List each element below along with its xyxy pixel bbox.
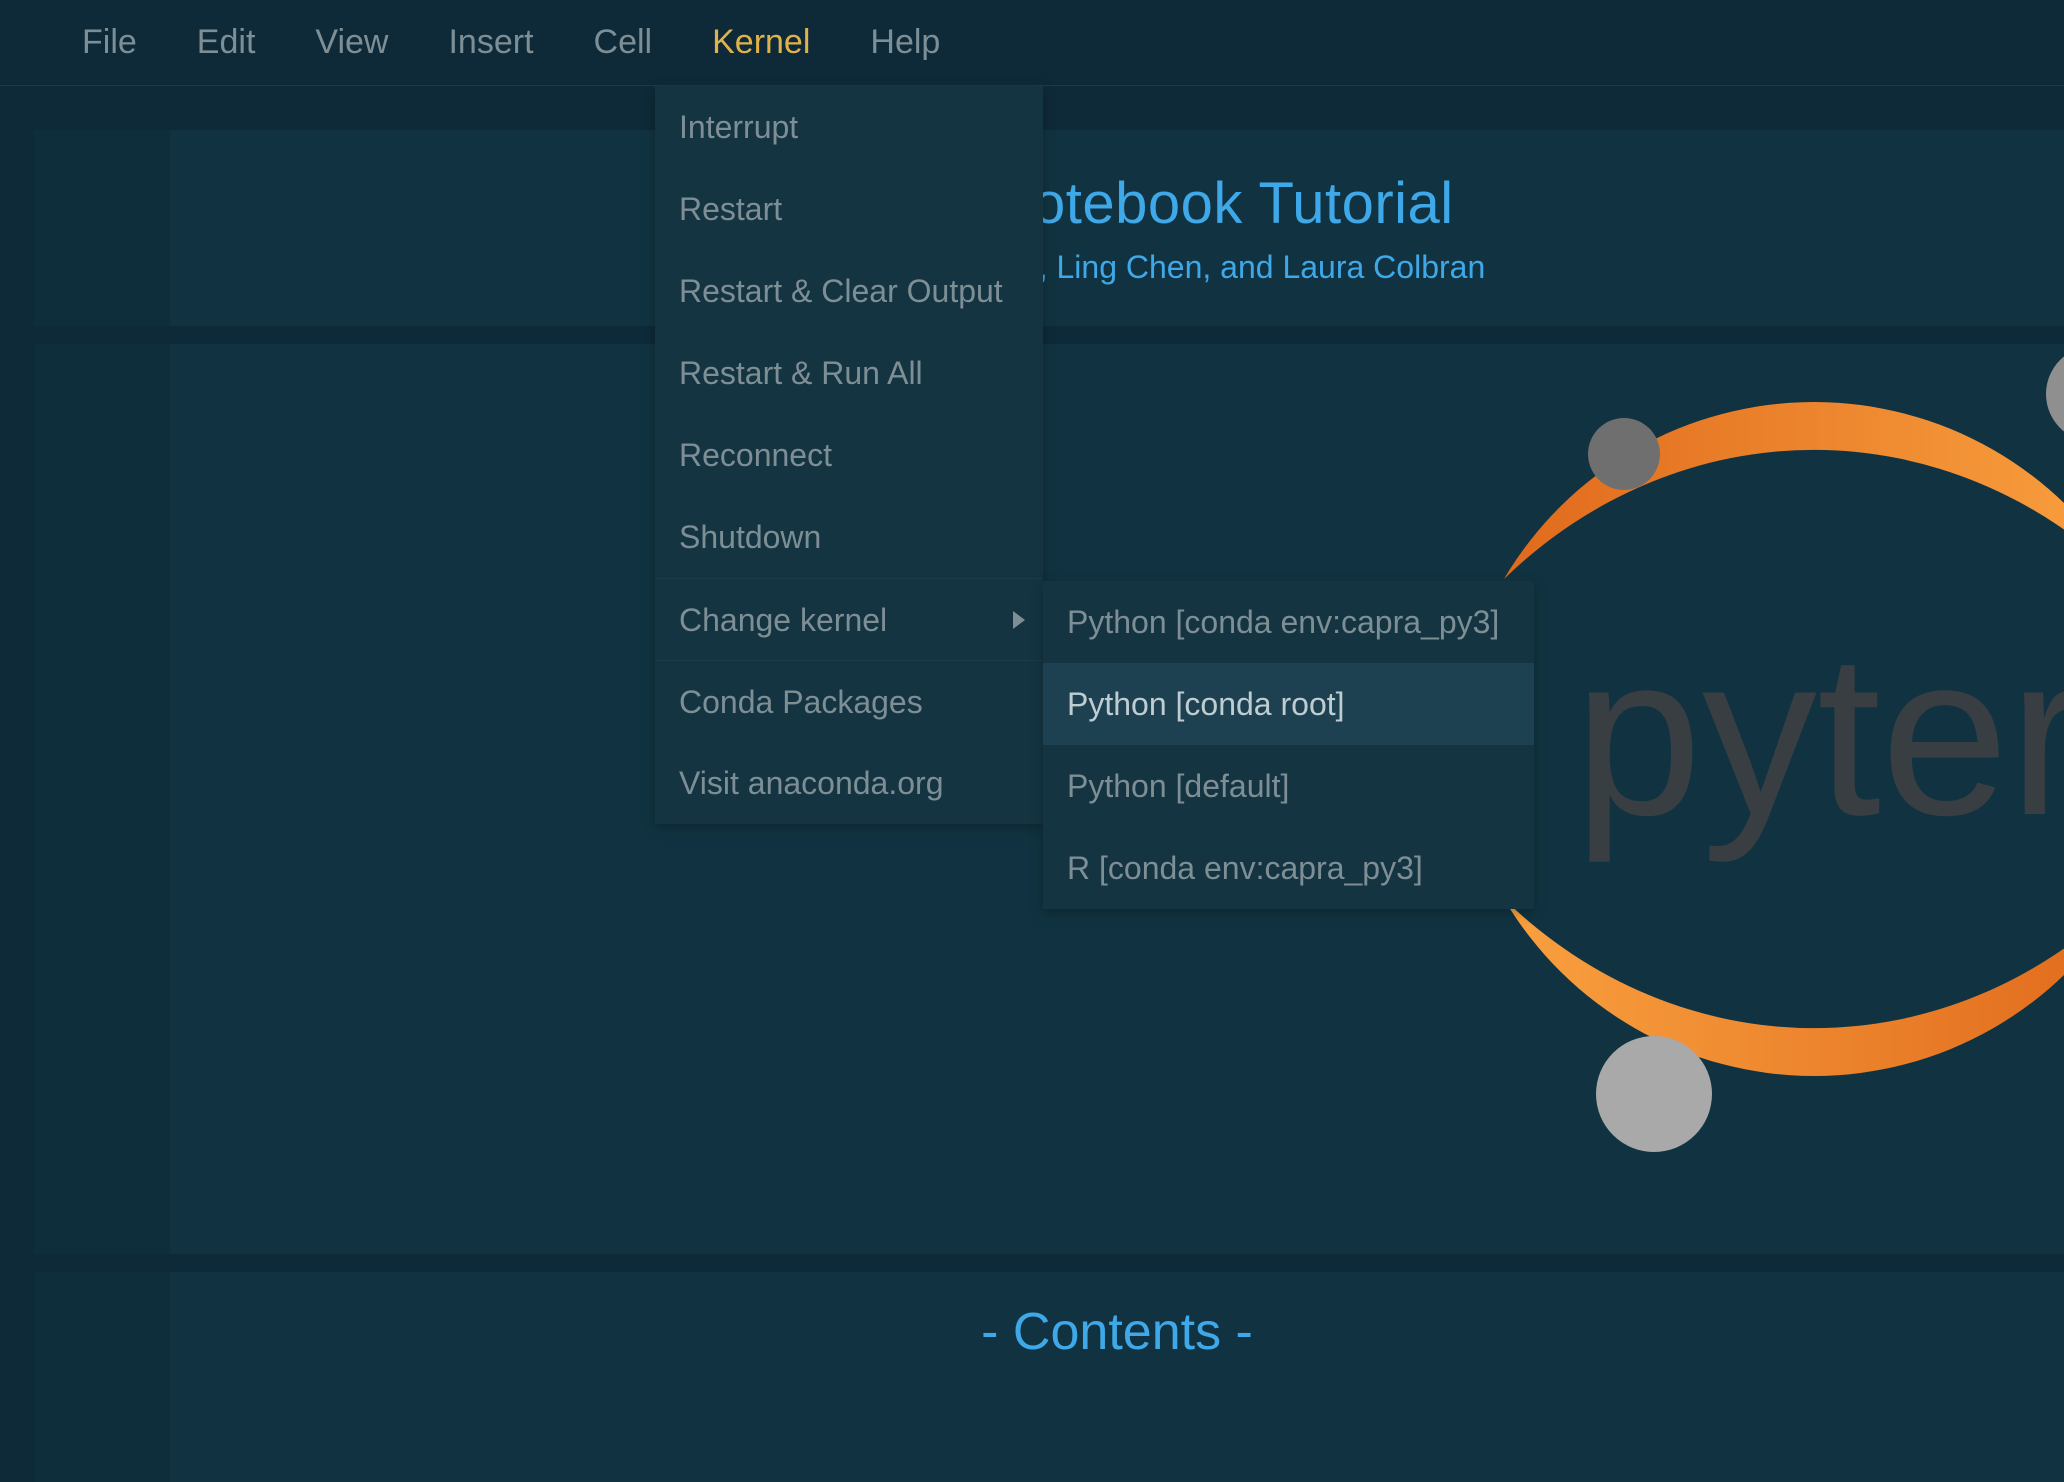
menu-insert[interactable]: Insert bbox=[418, 23, 563, 62]
menu-cell[interactable]: Cell bbox=[564, 23, 683, 62]
change-kernel-submenu: Python [conda env:capra_py3] Python [con… bbox=[1043, 581, 1534, 909]
notebook-authors: Mary Lauren Benton, Ling Chen, and Laura… bbox=[230, 249, 2004, 286]
kernel-menu-visit-anaconda[interactable]: Visit anaconda.org bbox=[655, 742, 1043, 824]
logo-wordmark: pyter bbox=[1574, 606, 2064, 863]
kernel-menu-restart-clear-output[interactable]: Restart & Clear Output bbox=[655, 250, 1043, 332]
menu-file[interactable]: File bbox=[52, 23, 167, 62]
logo-arc-top-icon bbox=[1504, 402, 2064, 579]
cell-body[interactable]: Jupyter Notebook Tutorial Mary Lauren Be… bbox=[170, 130, 2064, 326]
logo-arc-bottom-icon bbox=[1504, 899, 2064, 1076]
logo-dot-icon bbox=[1596, 1036, 1712, 1152]
cell-title: Jupyter Notebook Tutorial Mary Lauren Be… bbox=[34, 130, 2064, 326]
menu-help[interactable]: Help bbox=[840, 23, 970, 62]
kernel-menu-reconnect[interactable]: Reconnect bbox=[655, 414, 1043, 496]
kernel-menu-restart-run-all[interactable]: Restart & Run All bbox=[655, 332, 1043, 414]
logo-dot-icon bbox=[1588, 418, 1660, 490]
kernel-menu-shutdown[interactable]: Shutdown bbox=[655, 496, 1043, 578]
kernel-option-capra-py3[interactable]: Python [conda env:capra_py3] bbox=[1043, 581, 1534, 663]
kernel-menu-interrupt[interactable]: Interrupt bbox=[655, 86, 1043, 168]
kernel-menu-conda-packages[interactable]: Conda Packages bbox=[655, 660, 1043, 742]
kernel-menu-change-kernel[interactable]: Change kernel bbox=[655, 578, 1043, 660]
contents-heading: - Contents - bbox=[170, 1302, 2064, 1362]
kernel-menu-restart[interactable]: Restart bbox=[655, 168, 1043, 250]
cell-prompt bbox=[34, 130, 170, 326]
kernel-option-default[interactable]: Python [default] bbox=[1043, 745, 1534, 827]
cell-contents: - Contents - bbox=[34, 1272, 2064, 1482]
cell-body[interactable]: - Contents - bbox=[170, 1272, 2064, 1482]
menubar: File Edit View Insert Cell Kernel Help bbox=[0, 0, 2064, 86]
notebook-title: Jupyter Notebook Tutorial bbox=[230, 170, 2004, 237]
cell-prompt bbox=[34, 344, 170, 1254]
kernel-option-conda-root[interactable]: Python [conda root] bbox=[1043, 663, 1534, 745]
logo-dot-icon bbox=[2046, 346, 2064, 442]
kernel-dropdown: Interrupt Restart Restart & Clear Output… bbox=[655, 86, 1043, 824]
kernel-option-r-capra[interactable]: R [conda env:capra_py3] bbox=[1043, 827, 1534, 909]
menu-edit[interactable]: Edit bbox=[167, 23, 286, 62]
menu-view[interactable]: View bbox=[285, 23, 418, 62]
menu-kernel[interactable]: Kernel bbox=[682, 23, 840, 62]
cell-prompt bbox=[34, 1272, 170, 1482]
